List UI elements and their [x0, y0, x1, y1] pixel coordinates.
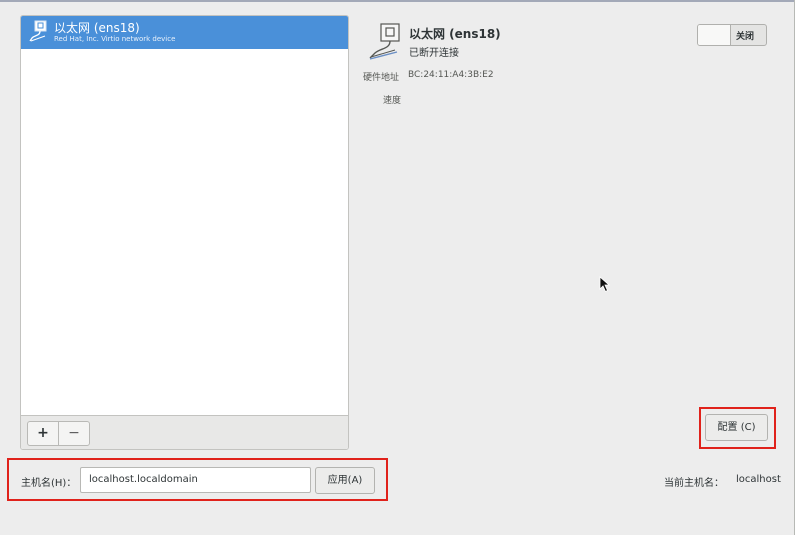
hardware-address-label: 硬件地址	[363, 73, 400, 83]
device-name: 以太网 (ens18)	[54, 21, 140, 35]
toggle-knob	[698, 25, 731, 45]
device-list-item-ens18[interactable]: 以太网 (ens18) Red Hat, Inc. Virtio network…	[21, 16, 348, 49]
current-hostname-value: localhost	[736, 474, 781, 485]
device-description: Red Hat, Inc. Virtio network device	[54, 35, 176, 43]
device-list-toolbar: + −	[21, 415, 348, 449]
ethernet-icon	[29, 20, 49, 42]
connection-status: 已断开连接	[409, 48, 459, 59]
speed-label: 速度	[383, 96, 402, 106]
connection-toggle-switch[interactable]: 关闭	[697, 24, 767, 46]
connection-title: 以太网 (ens18)	[409, 27, 501, 41]
ethernet-icon	[367, 22, 405, 62]
device-list-panel: 以太网 (ens18) Red Hat, Inc. Virtio network…	[20, 15, 349, 450]
apply-hostname-button[interactable]: 应用(A)	[315, 467, 375, 494]
hostname-label: 主机名(H)：	[21, 478, 77, 489]
add-device-button[interactable]: +	[27, 421, 59, 446]
configure-button[interactable]: 配置 (C)	[705, 414, 768, 441]
remove-device-button[interactable]: −	[58, 421, 90, 446]
hardware-address-value: BC:24:11:A4:3B:E2	[408, 70, 494, 80]
toggle-state-label: 关闭	[736, 32, 755, 42]
mouse-pointer-icon	[599, 276, 611, 293]
window-top-edge	[0, 0, 795, 2]
hostname-input[interactable]: localhost.localdomain	[80, 467, 311, 493]
current-hostname-label: 当前主机名：	[664, 478, 724, 489]
